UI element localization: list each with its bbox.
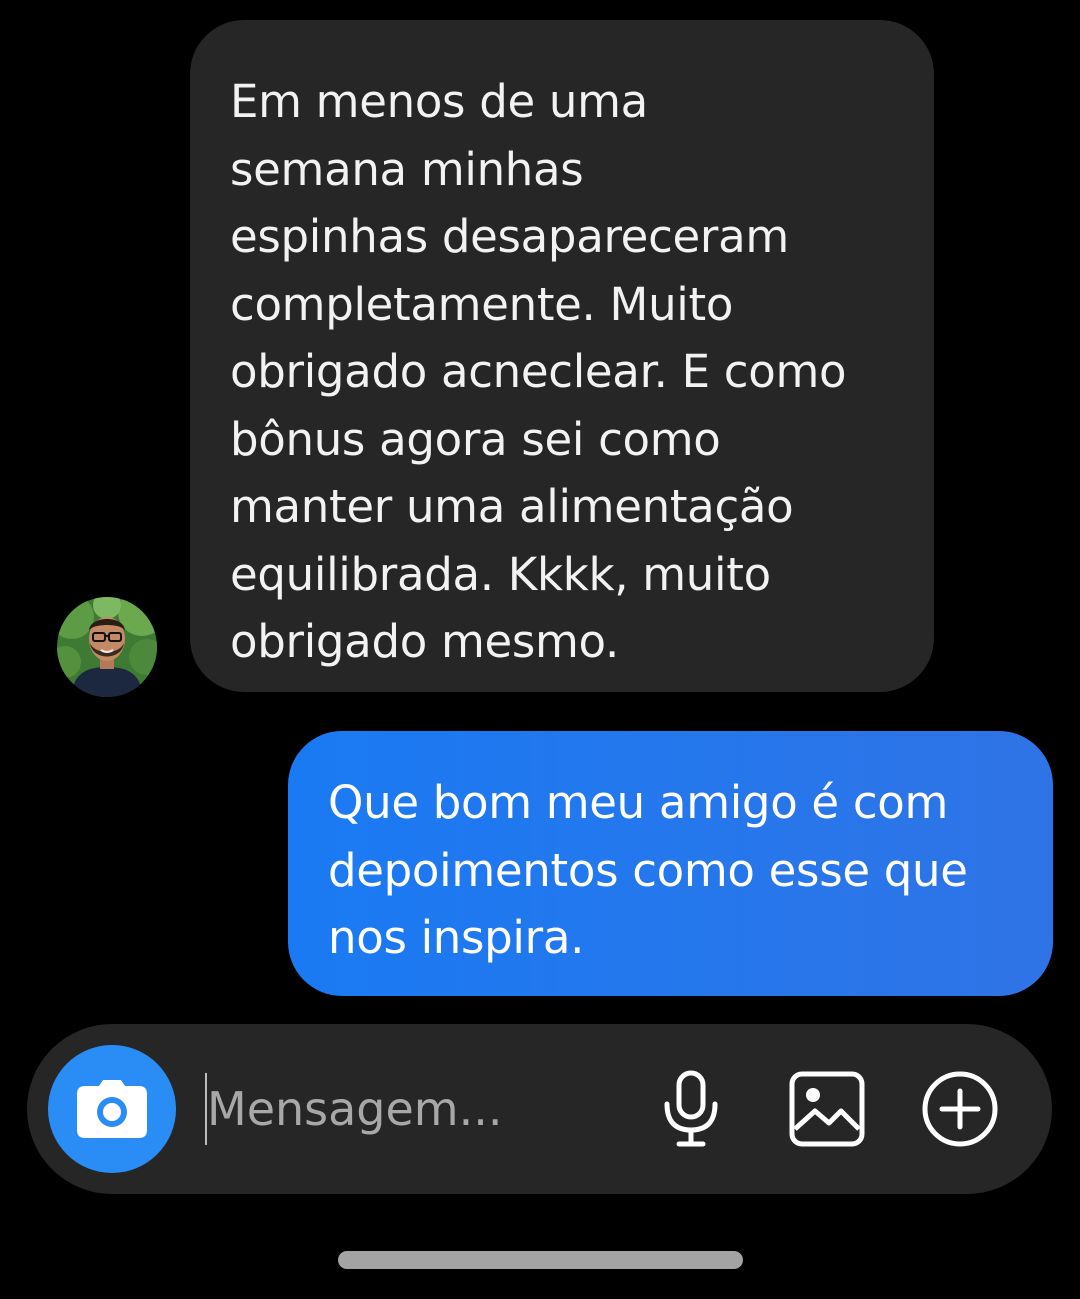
home-indicator[interactable] <box>338 1251 743 1269</box>
message-thread: Em menos de uma semana minhas espinhas d… <box>0 0 1080 1010</box>
outgoing-message-text: Que bom meu amigo é com depoimentos como… <box>328 776 968 964</box>
more-options-button[interactable] <box>918 1067 1002 1151</box>
plus-circle-icon <box>922 1071 998 1147</box>
incoming-message-text: Em menos de uma semana minhas espinhas d… <box>230 75 847 668</box>
message-composer <box>27 1024 1052 1194</box>
camera-icon <box>77 1080 147 1138</box>
outgoing-message-bubble[interactable]: Que bom meu amigo é com depoimentos como… <box>288 731 1053 996</box>
incoming-message-bubble[interactable]: Em menos de uma semana minhas espinhas d… <box>190 20 934 692</box>
microphone-icon <box>664 1070 718 1147</box>
camera-button[interactable] <box>48 1045 176 1173</box>
image-icon <box>789 1071 865 1147</box>
message-input[interactable] <box>207 1064 637 1154</box>
gallery-button[interactable] <box>785 1067 869 1151</box>
sender-avatar[interactable] <box>57 597 157 697</box>
microphone-button[interactable] <box>649 1067 733 1151</box>
avatar-photo <box>57 597 157 697</box>
